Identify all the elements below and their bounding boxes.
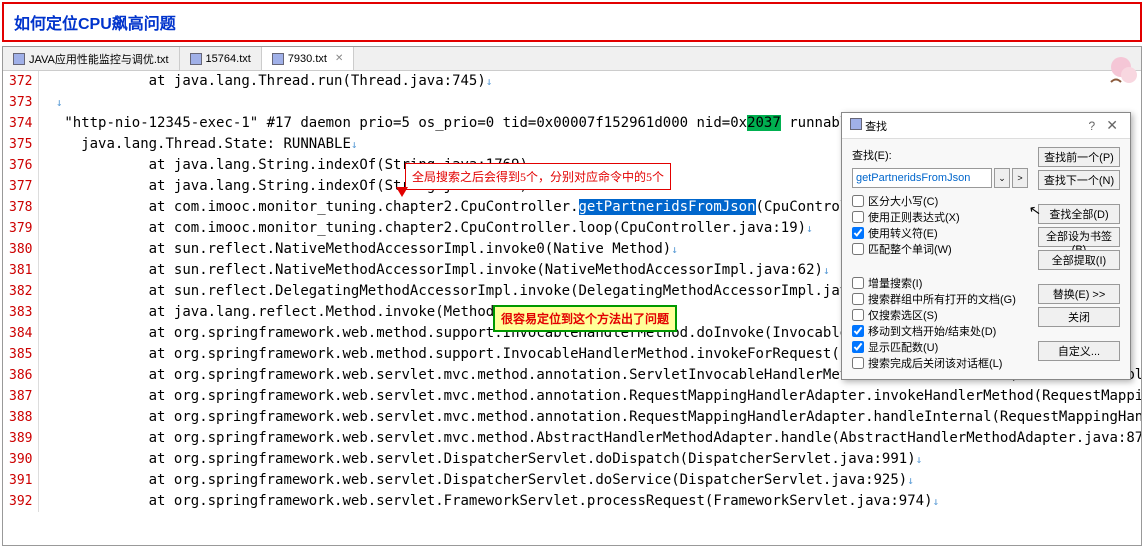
find-options-toggle[interactable]: >	[1012, 168, 1028, 188]
code-line-391[interactable]: at org.springframework.web.servlet.Dispa…	[39, 470, 1142, 491]
check-checks2-0[interactable]: 增量搜索(I)	[852, 275, 1030, 291]
checkbox[interactable]	[852, 227, 864, 239]
check-checks1-1[interactable]: 使用正则表达式(X)	[852, 209, 1030, 225]
checkbox[interactable]	[852, 357, 864, 369]
dialog-titlebar[interactable]: 查找 ? ✕	[842, 113, 1130, 139]
check-checks1-3[interactable]: 匹配整个单词(W)	[852, 241, 1030, 257]
line-number: 376	[3, 155, 38, 176]
check-checks2-1[interactable]: 搜索群组中所有打开的文档(G)	[852, 291, 1030, 307]
find-label: 查找(E):	[852, 147, 1030, 163]
dialog-help-icon[interactable]: ?	[1085, 119, 1100, 133]
tab-JAVA应用性能监控与调优.txt[interactable]: JAVA应用性能监控与调优.txt	[3, 47, 180, 70]
line-number: 382	[3, 281, 38, 302]
editor-window: JAVA应用性能监控与调优.txt15764.txt7930.txt✕ 3723…	[2, 46, 1142, 546]
find-input[interactable]	[852, 168, 992, 188]
replace-button[interactable]: 替换(E) >>	[1038, 284, 1120, 304]
check-checks2-5[interactable]: 搜索完成后关闭该对话框(L)	[852, 355, 1030, 371]
checkbox[interactable]	[852, 325, 864, 337]
check-checks2-2[interactable]: 仅搜索选区(S)	[852, 307, 1030, 323]
line-number: 377	[3, 176, 38, 197]
find-all-button[interactable]: 查找全部(D)	[1038, 204, 1120, 224]
dialog-left-panel: 查找(E): ⌄ > 区分大小写(C)使用正则表达式(X)使用转义符(E)匹配整…	[852, 147, 1030, 371]
line-number: 383	[3, 302, 38, 323]
callout-problem-method: 很容易定位到这个方法出了问题	[493, 305, 677, 332]
file-icon	[13, 53, 25, 65]
line-number: 385	[3, 344, 38, 365]
custom-button[interactable]: 自定义...	[1038, 341, 1120, 361]
checkbox[interactable]	[852, 211, 864, 223]
checkbox[interactable]	[852, 309, 864, 321]
find-dialog: 查找 ? ✕ 查找(E): ⌄ > 区分大小写(C)使用正则表达式(X)使用转义…	[841, 112, 1131, 380]
dialog-close-icon[interactable]: ✕	[1102, 117, 1122, 133]
dialog-icon: 查找	[850, 118, 887, 134]
line-number: 386	[3, 365, 38, 386]
checkbox[interactable]	[852, 293, 864, 305]
code-line-389[interactable]: at org.springframework.web.servlet.mvc.m…	[39, 428, 1142, 449]
line-number: 388	[3, 407, 38, 428]
code-line-373[interactable]: ↓	[39, 92, 1142, 113]
check-checks2-3[interactable]: 移动到文档开始/结束处(D)	[852, 323, 1030, 339]
find-history-dropdown[interactable]: ⌄	[994, 168, 1010, 188]
code-line-390[interactable]: at org.springframework.web.servlet.Dispa…	[39, 449, 1142, 470]
line-number: 380	[3, 239, 38, 260]
checkbox[interactable]	[852, 195, 864, 207]
extract-all-button[interactable]: 全部提取(I)	[1038, 250, 1120, 270]
line-number: 375	[3, 134, 38, 155]
code-line-387[interactable]: at org.springframework.web.servlet.mvc.m…	[39, 386, 1142, 407]
tab-15764.txt[interactable]: 15764.txt	[180, 47, 262, 70]
checkbox[interactable]	[852, 341, 864, 353]
line-number: 387	[3, 386, 38, 407]
title-box: 如何定位CPU飙高问题	[2, 2, 1142, 42]
code-line-372[interactable]: at java.lang.Thread.run(Thread.java:745)…	[39, 71, 1142, 92]
code-line-388[interactable]: at org.springframework.web.servlet.mvc.m…	[39, 407, 1142, 428]
line-number: 381	[3, 260, 38, 281]
close-button[interactable]: 关闭	[1038, 307, 1120, 327]
line-number: 384	[3, 323, 38, 344]
line-number: 373	[3, 92, 38, 113]
file-icon	[272, 53, 284, 65]
checkbox[interactable]	[852, 277, 864, 289]
file-icon	[190, 53, 202, 65]
line-number: 372	[3, 71, 38, 92]
bookmark-all-button[interactable]: 全部设为书签(B)	[1038, 227, 1120, 247]
callout-search-result: 全局搜索之后会得到5个，分别对应命令中的5个	[405, 163, 671, 190]
find-prev-button[interactable]: 查找前一个(P)	[1038, 147, 1120, 167]
checkbox[interactable]	[852, 243, 864, 255]
code-line-392[interactable]: at org.springframework.web.servlet.Frame…	[39, 491, 1142, 512]
tab-7930.txt[interactable]: 7930.txt✕	[262, 47, 355, 70]
line-number: 374	[3, 113, 38, 134]
line-number: 391	[3, 470, 38, 491]
dialog-right-panel: 查找前一个(P) 查找下一个(N) 查找全部(D) 全部设为书签(B) 全部提取…	[1038, 147, 1120, 361]
page-title: 如何定位CPU飙高问题	[14, 16, 176, 33]
line-gutter: 3723733743753763773783793803813823833843…	[3, 71, 39, 512]
line-number: 392	[3, 491, 38, 512]
line-number: 378	[3, 197, 38, 218]
line-number: 390	[3, 449, 38, 470]
find-next-button[interactable]: 查找下一个(N)	[1038, 170, 1120, 190]
line-number: 379	[3, 218, 38, 239]
check-checks2-4[interactable]: 显示匹配数(U)	[852, 339, 1030, 355]
check-checks1-2[interactable]: 使用转义符(E)	[852, 225, 1030, 241]
tab-bar: JAVA应用性能监控与调优.txt15764.txt7930.txt✕	[3, 47, 1141, 71]
tab-close-icon[interactable]: ✕	[335, 53, 343, 64]
line-number: 389	[3, 428, 38, 449]
check-checks1-0[interactable]: 区分大小写(C)	[852, 193, 1030, 209]
